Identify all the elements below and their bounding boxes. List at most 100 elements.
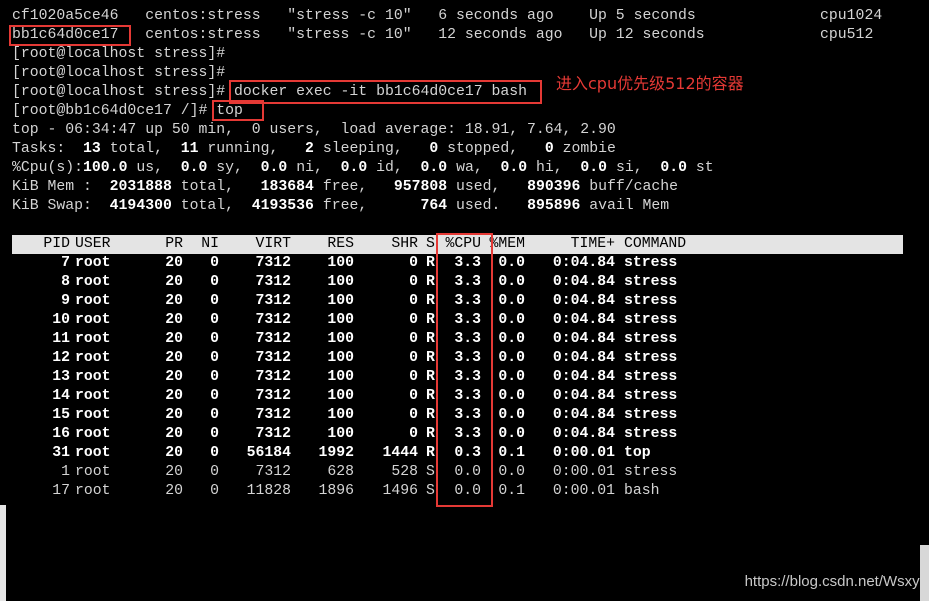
cell-pid: 10: [52, 312, 70, 328]
terminal-text: cf1020a5ce46 centos:stress "stress -c 10…: [12, 8, 883, 24]
cell-command: bash: [624, 483, 660, 499]
cell-ni: 0: [210, 312, 219, 328]
cell-pid: 15: [52, 407, 70, 423]
cell-virt: 7312: [255, 388, 291, 404]
cell-virt: 7312: [255, 464, 291, 480]
terminal-text: stopped,: [438, 141, 528, 157]
cell-time: TIME+: [570, 236, 615, 252]
terminal-text: st: [687, 160, 714, 176]
terminal-line: [root@localhost stress]#: [12, 45, 882, 64]
cell-time: 0:00.01: [552, 464, 615, 480]
cell-pr: 20: [165, 274, 183, 290]
cell-command: stress: [624, 464, 678, 480]
terminal-text: 100.0: [83, 160, 128, 176]
terminal-text: KiB Mem :: [12, 179, 101, 195]
cell-res: 628: [327, 464, 354, 480]
terminal-text: free,: [313, 198, 377, 214]
cell-res: 100: [327, 255, 354, 271]
cell-ni: 0: [210, 331, 219, 347]
terminal-text: 0.0: [171, 160, 208, 176]
terminal-line: top - 06:34:47 up 50 min, 0 users, load …: [12, 121, 882, 140]
highlight-container-id: [9, 25, 131, 46]
terminal-text: CONTAINER ID IMAGE COMMAND CREATED STATU…: [12, 0, 864, 5]
cell-res: 100: [327, 369, 354, 385]
terminal-text: ni,: [287, 160, 332, 176]
terminal-text: 13: [74, 141, 101, 157]
terminal-text: 957808: [376, 179, 448, 195]
cell-command: stress: [624, 426, 678, 442]
cell-pid: PID: [43, 236, 70, 252]
terminal-text: used.: [447, 198, 510, 214]
terminal-text: used,: [447, 179, 510, 195]
cell-virt: 56184: [246, 445, 291, 461]
cell-res: RES: [327, 236, 354, 252]
cell-time: 0:00.01: [552, 445, 615, 461]
terminal-text: total,: [100, 141, 172, 157]
cell-time: 0:04.84: [552, 293, 615, 309]
terminal-line: KiB Swap: 4194300 total, 4193536 free, 7…: [12, 197, 882, 216]
terminal-text: 183684: [242, 179, 314, 195]
cell-virt: VIRT: [255, 236, 291, 252]
cell-ni: 0: [210, 293, 219, 309]
cell-pid: 1: [61, 464, 70, 480]
terminal-text: id,: [367, 160, 412, 176]
cell-shr: 0: [409, 350, 418, 366]
cell-virt: 7312: [255, 312, 291, 328]
cell-virt: 11828: [246, 483, 291, 499]
cell-pid: 9: [61, 293, 70, 309]
terminal-line: [root@bb1c64d0ce17 /]# top: [12, 102, 882, 121]
terminal-line: KiB Mem : 2031888 total, 183684 free, 95…: [12, 178, 882, 197]
terminal-text: total,: [171, 179, 243, 195]
cell-command: stress: [624, 312, 678, 328]
cell-shr: 528: [391, 464, 418, 480]
terminal-line: cf1020a5ce46 centos:stress "stress -c 10…: [12, 7, 882, 26]
terminal-output[interactable]: CONTAINER ID IMAGE COMMAND CREATED STATU…: [12, 0, 882, 216]
cell-shr: 0: [409, 293, 418, 309]
cell-time: 0:04.84: [552, 426, 615, 442]
cell-command: stress: [624, 407, 678, 423]
cell-time: 0:04.84: [552, 407, 615, 423]
terminal-text: 2: [287, 141, 314, 157]
cell-pr: 20: [165, 483, 183, 499]
terminal-text: zombie: [553, 141, 616, 157]
terminal-text: [root@localhost stress]#: [12, 65, 226, 81]
cell-command: top: [624, 445, 651, 461]
terminal-text: avail Mem: [580, 198, 670, 214]
terminal-text: wa,: [447, 160, 492, 176]
cell-user: USER: [75, 236, 111, 252]
cell-command: stress: [624, 388, 678, 404]
cell-pid: 16: [52, 426, 70, 442]
terminal-text: us,: [127, 160, 172, 176]
scrollbar[interactable]: [920, 545, 929, 601]
terminal-text: running,: [198, 141, 288, 157]
cell-user: root: [75, 255, 111, 271]
cell-ni: 0: [210, 388, 219, 404]
cell-command: stress: [624, 369, 678, 385]
cell-pid: 17: [52, 483, 70, 499]
cell-pr: 20: [165, 369, 183, 385]
terminal-text: 0: [411, 141, 439, 157]
cell-res: 100: [327, 312, 354, 328]
cell-ni: 0: [210, 483, 219, 499]
terminal-line: Tasks: 13 total, 11 running, 2 sleeping,…: [12, 140, 882, 159]
terminal-line: CONTAINER ID IMAGE COMMAND CREATED STATU…: [12, 0, 882, 7]
cell-command: stress: [624, 350, 678, 366]
cell-virt: 7312: [255, 407, 291, 423]
cell-shr: 0: [409, 407, 418, 423]
terminal-text: [root@localhost stress]#: [12, 46, 226, 62]
cell-ni: 0: [210, 426, 219, 442]
terminal-text: total,: [171, 198, 243, 214]
cell-res: 1896: [318, 483, 354, 499]
terminal-text: top - 06:34:47 up 50 min, 0 users, load …: [12, 122, 616, 138]
cell-pr: 20: [165, 464, 183, 480]
cell-user: root: [75, 369, 111, 385]
cell-pr: 20: [165, 255, 183, 271]
terminal-text: 2031888: [100, 179, 172, 195]
cell-virt: 7312: [255, 350, 291, 366]
terminal-text: 0.0: [251, 160, 288, 176]
cell-ni: NI: [201, 236, 219, 252]
cell-shr: 0: [409, 274, 418, 290]
cell-pr: PR: [165, 236, 183, 252]
terminal-text: sleeping,: [313, 141, 412, 157]
cell-pr: 20: [165, 312, 183, 328]
